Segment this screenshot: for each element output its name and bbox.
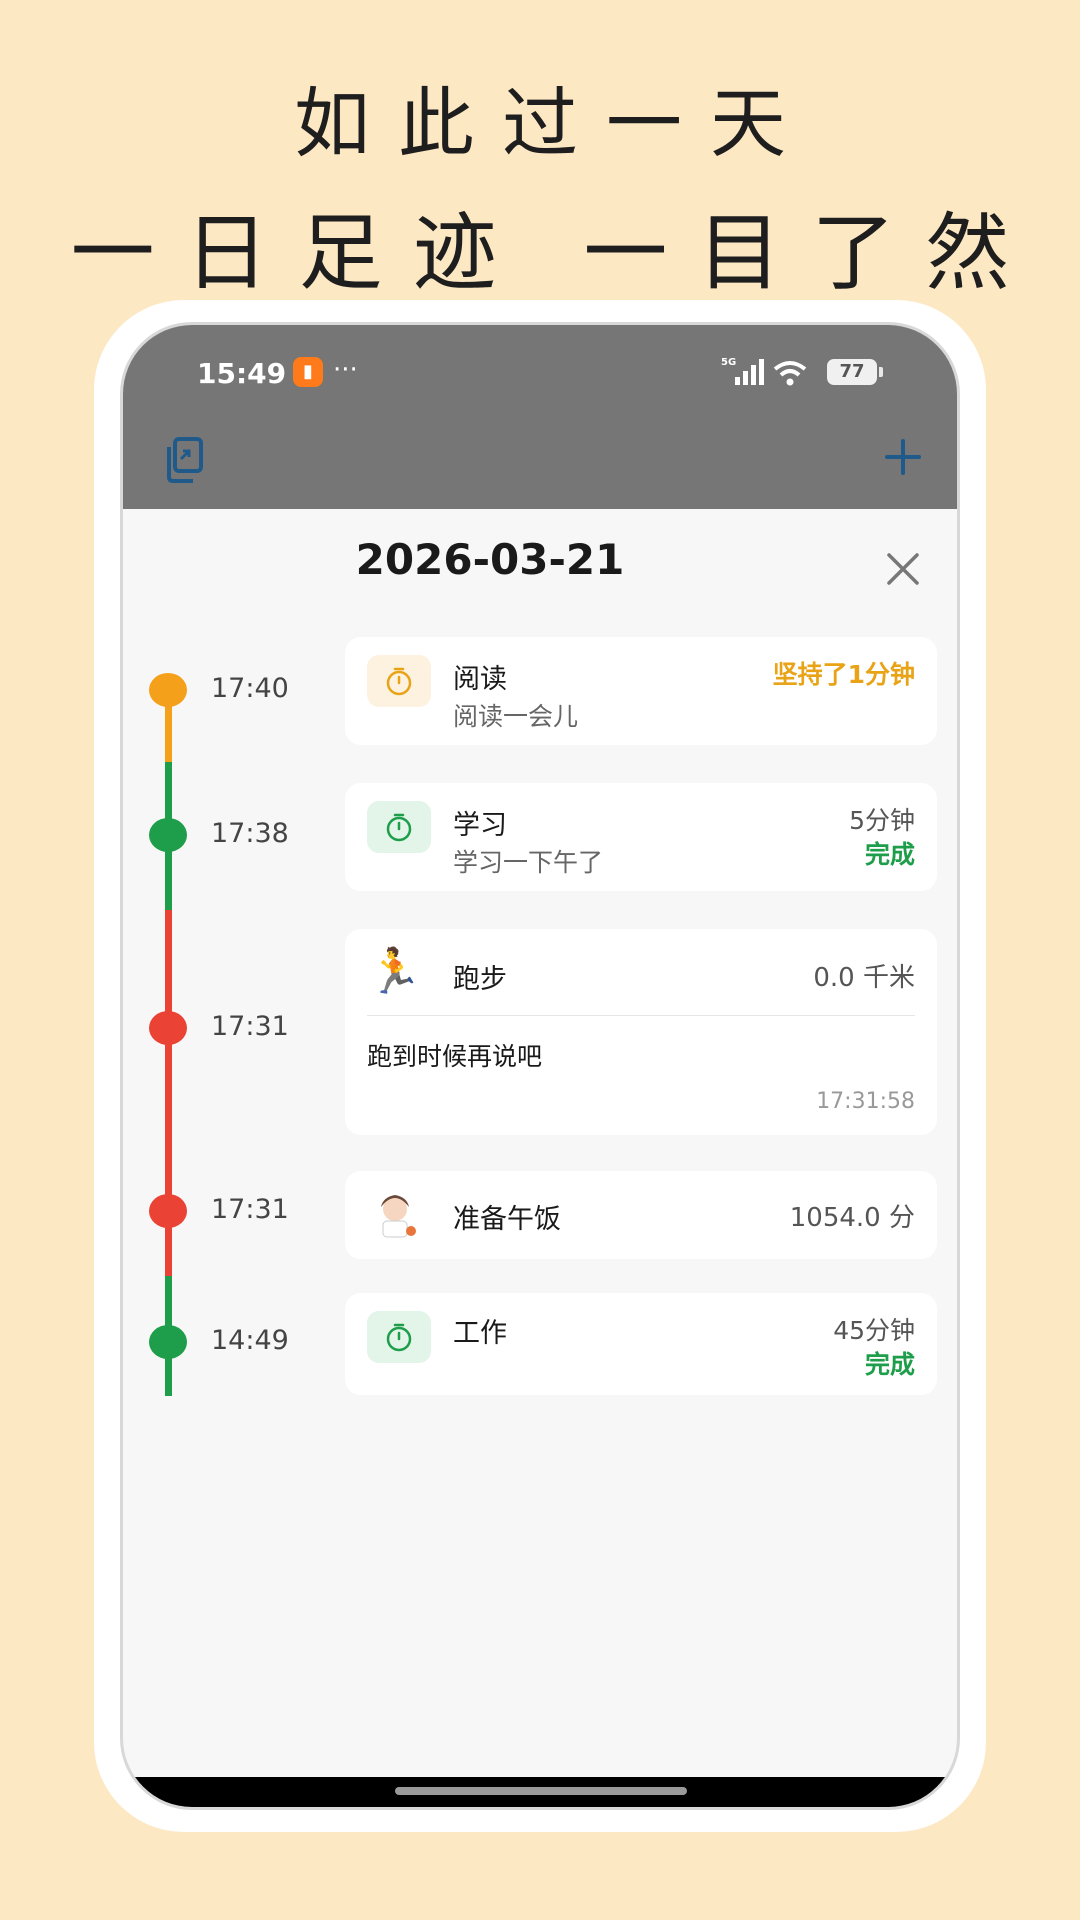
card-subtitle: 阅读一会儿 bbox=[453, 702, 579, 731]
timer-icon bbox=[367, 1311, 431, 1363]
card-title: 学习 bbox=[453, 810, 507, 841]
svg-text:5G: 5G bbox=[721, 357, 736, 368]
activity-card-reading[interactable]: 阅读 阅读一会儿 坚持了1分钟 bbox=[345, 637, 937, 745]
promo-headline: 如此过一天 bbox=[294, 79, 814, 168]
activity-card-study[interactable]: 学习 学习一下午了 5分钟 完成 bbox=[345, 783, 937, 891]
app-bar bbox=[123, 411, 957, 509]
card-title: 工作 bbox=[453, 1318, 507, 1349]
distance-label: 0.0 千米 bbox=[813, 963, 915, 993]
activity-card-running[interactable]: 🏃 跑步 0.0 千米 跑到时候再说吧 17:31:58 bbox=[345, 929, 937, 1135]
timeline-dot bbox=[149, 818, 187, 852]
timeline-dot bbox=[149, 1325, 187, 1359]
timer-icon bbox=[367, 655, 431, 707]
add-icon[interactable] bbox=[883, 437, 923, 477]
runner-emoji-icon: 🏃 bbox=[367, 946, 422, 997]
share-copy-icon[interactable] bbox=[163, 437, 205, 483]
card-title: 阅读 bbox=[453, 664, 507, 695]
status-dots: ··· bbox=[333, 355, 358, 385]
card-title: 准备午饭 bbox=[453, 1204, 561, 1235]
timer-icon bbox=[367, 801, 431, 853]
close-icon[interactable] bbox=[883, 549, 923, 589]
cooking-girl-icon bbox=[381, 1195, 416, 1238]
duration-label: 45分钟 bbox=[833, 1316, 915, 1345]
status-badge: 完成 bbox=[864, 1350, 915, 1379]
timeline-dot bbox=[149, 673, 187, 707]
status-badge: 完成 bbox=[864, 840, 915, 869]
battery-icon: 77 bbox=[827, 359, 883, 385]
signal-5g-icon: 5G bbox=[721, 357, 764, 385]
activity-card-work[interactable]: 工作 45分钟 完成 bbox=[345, 1293, 937, 1395]
time-label: 17:38 bbox=[211, 818, 289, 849]
app-notification-icon: ▮ bbox=[293, 357, 323, 387]
phone-screen: 15:49 ▮ ··· 5G 77 2026-03-21 17:40 17:38… bbox=[120, 322, 960, 1810]
promo-subheadline: 一日足迹 一目了然 bbox=[70, 204, 1040, 302]
card-subtitle: 学习一下午了 bbox=[453, 848, 604, 877]
card-title: 跑步 bbox=[453, 964, 507, 995]
wifi-icon bbox=[773, 361, 807, 386]
date-title: 2026-03-21 bbox=[355, 535, 625, 584]
timeline-dot bbox=[149, 1194, 187, 1228]
time-label: 17:40 bbox=[211, 673, 289, 704]
card-note: 跑到时候再说吧 bbox=[367, 1042, 543, 1071]
status-time: 15:49 bbox=[197, 357, 287, 390]
duration-label: 5分钟 bbox=[849, 806, 915, 835]
timeline-dot bbox=[149, 1011, 187, 1045]
status-bar: 15:49 ▮ ··· 5G 77 bbox=[123, 325, 957, 411]
streak-label: 坚持了1分钟 bbox=[772, 660, 915, 689]
timestamp-label: 17:31:58 bbox=[816, 1089, 915, 1114]
home-indicator[interactable] bbox=[395, 1787, 687, 1795]
time-label: 17:31 bbox=[211, 1194, 289, 1225]
card-divider bbox=[367, 1015, 915, 1016]
time-label: 17:31 bbox=[211, 1011, 289, 1042]
activity-card-lunch[interactable]: 准备午饭 1054.0 分 bbox=[345, 1171, 937, 1259]
time-label: 14:49 bbox=[211, 1325, 289, 1356]
score-label: 1054.0 分 bbox=[789, 1203, 915, 1233]
